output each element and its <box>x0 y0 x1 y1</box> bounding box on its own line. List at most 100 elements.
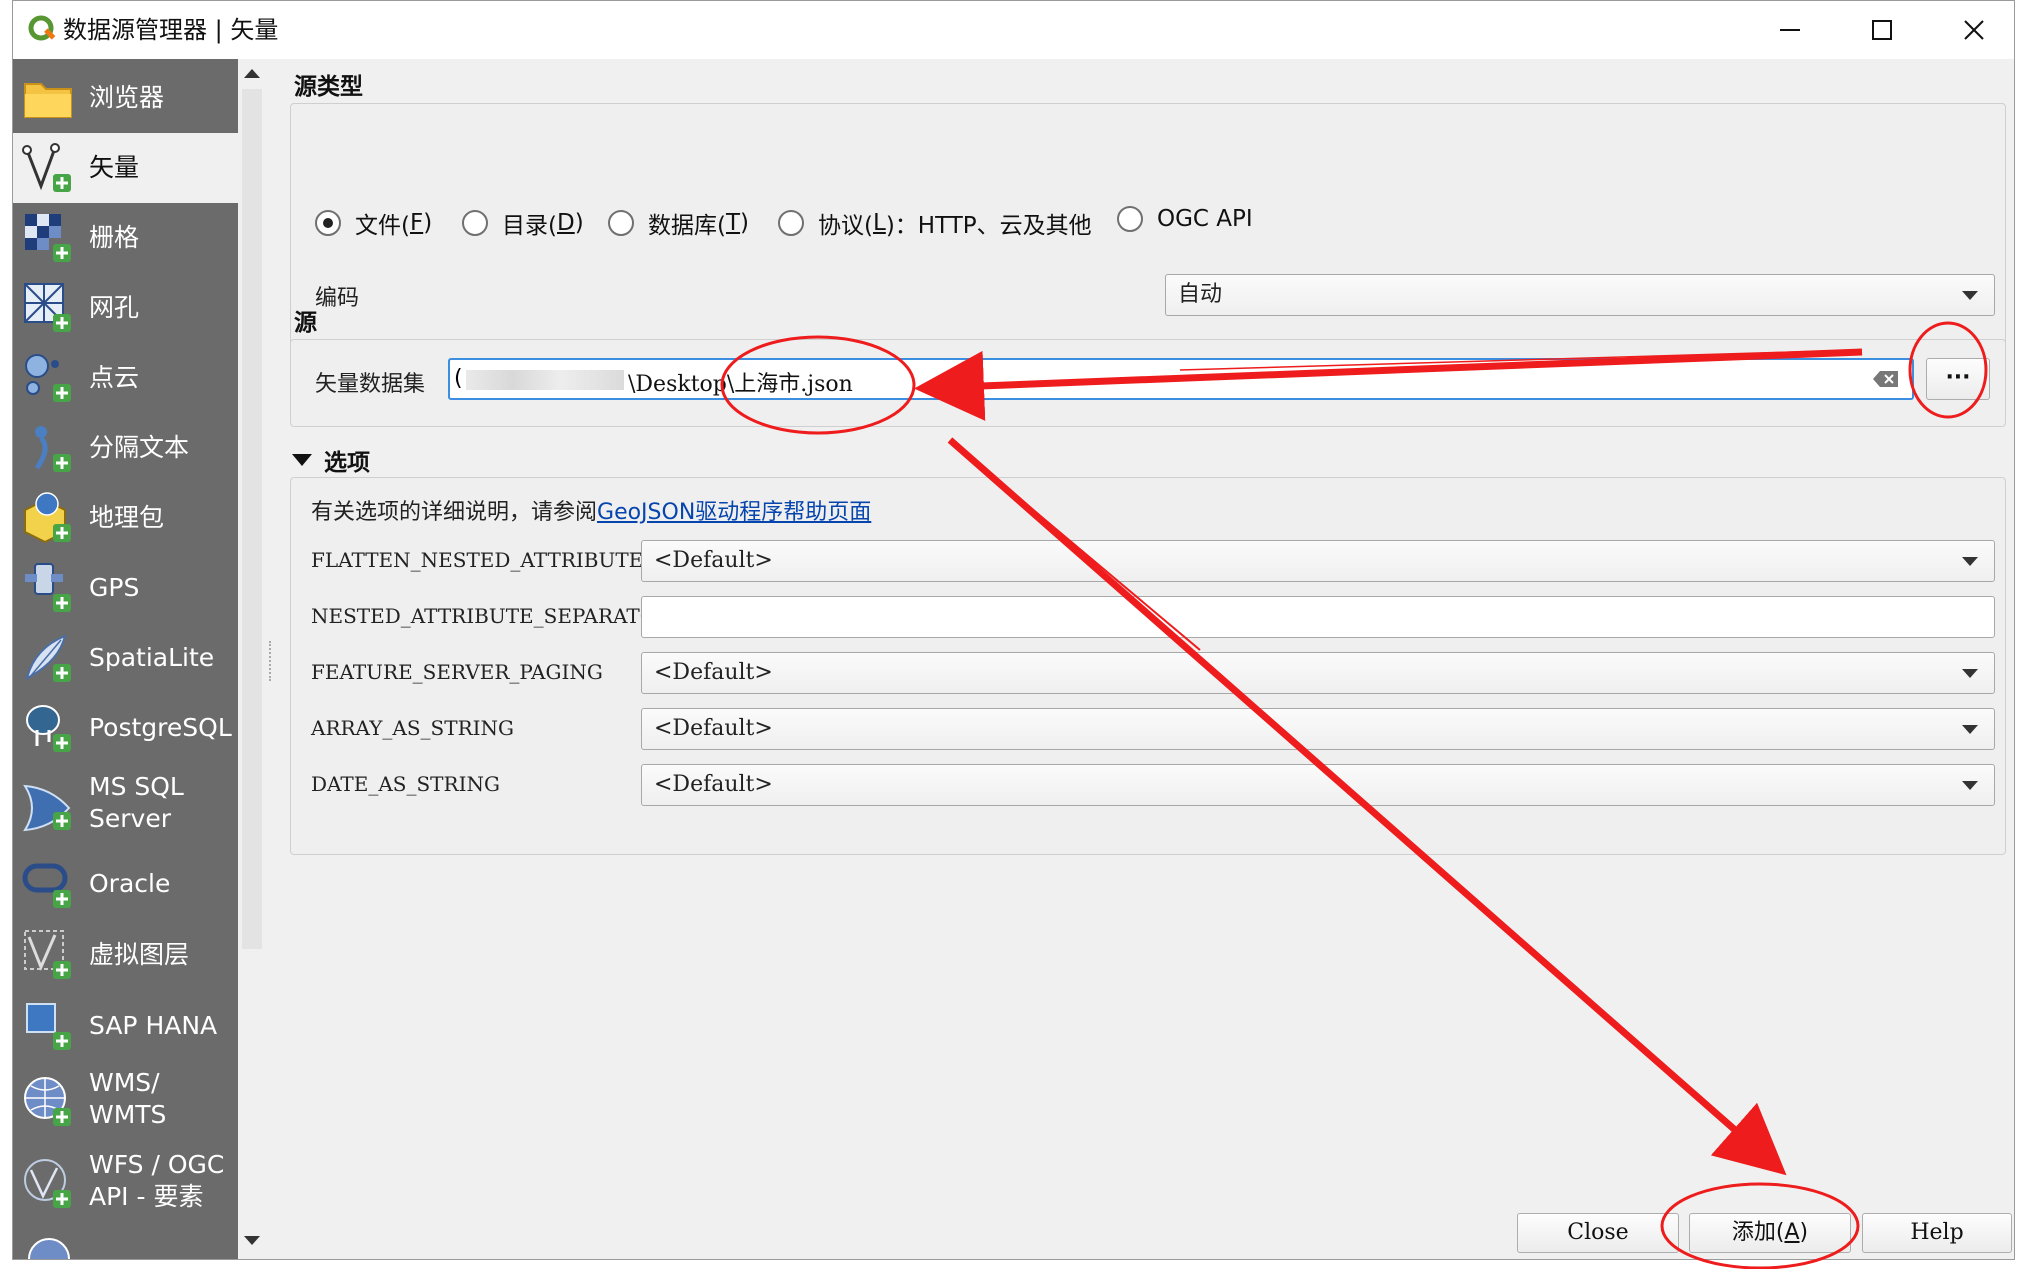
close-window-button[interactable] <box>1928 1 2020 59</box>
virtual-layer-icon <box>24 930 71 979</box>
flatten-nested-attributes-combo[interactable]: <Default> <box>641 540 1995 582</box>
vector-dataset-input[interactable]: ( \Desktop\上海市.json <box>448 358 1914 400</box>
wms-icon <box>24 1077 71 1126</box>
scroll-down-icon[interactable] <box>244 1235 260 1247</box>
sidebar-item-wfs[interactable]: WFS / OGC API - 要素 <box>13 1143 238 1225</box>
point-cloud-icon <box>25 354 71 402</box>
sidebar-item-virtual-layer[interactable]: 虚拟图层 <box>13 919 238 991</box>
mssql-icon <box>23 784 71 832</box>
option-label: FEATURE_SERVER_PAGING <box>311 660 603 684</box>
sidebar-item-label: SpatiaLite <box>89 643 215 672</box>
redacted-path-blur <box>466 370 624 390</box>
sidebar-item-label: 虚拟图层 <box>89 940 190 969</box>
feature-server-paging-combo[interactable]: <Default> <box>641 652 1995 694</box>
encoding-value: 自动 <box>1178 282 1223 307</box>
sidebar-item-raster[interactable]: 栅格 <box>13 203 238 273</box>
gps-icon <box>25 563 71 612</box>
sidebar-item-label: PostgreSQL <box>89 713 232 742</box>
collapse-arrow-icon[interactable] <box>292 452 314 468</box>
radio-file-suffix: ) <box>423 210 433 236</box>
sidebar-item-label: 网孔 <box>89 293 140 322</box>
sidebar-item-browser[interactable]: 浏览器 <box>13 63 238 133</box>
sidebar-item-vector[interactable]: 矢量 <box>13 133 238 203</box>
maximize-button[interactable] <box>1836 1 1928 59</box>
sidebar-item-label: 矢量 <box>89 153 140 182</box>
geojson-help-link[interactable]: GeoJSON驱动程序帮助页面 <box>597 500 871 525</box>
radio-ogc-api-dot[interactable] <box>1117 206 1143 232</box>
add-button[interactable]: 添加(A) <box>1689 1213 1851 1253</box>
close-button[interactable]: Close <box>1517 1213 1679 1253</box>
sidebar-scroll-thumb[interactable] <box>242 89 262 949</box>
postgresql-icon <box>26 705 71 752</box>
radio-file-dot[interactable] <box>315 210 341 236</box>
dataset-path-prefix: ( <box>454 366 463 391</box>
sap-hana-icon <box>26 1003 71 1050</box>
sidebar-item-label-line1: WFS / OGC <box>89 1150 225 1179</box>
vector-icon <box>22 143 71 192</box>
radio-protocol-label: 协议( <box>818 213 873 239</box>
data-source-manager-window: 数据源管理器 | 矢量 浏览器 矢量 栅格 网孔 点云 分隔文本 地理包 GPS… <box>12 0 2015 1260</box>
maximize-icon <box>1872 20 1892 40</box>
options-help-label: 有关选项的详细说明，请参阅 <box>311 500 598 525</box>
nested-attribute-separator-input[interactable] <box>641 596 1995 638</box>
sidebar-item-gps[interactable]: GPS <box>13 553 238 623</box>
option-label: DATE_AS_STRING <box>311 772 500 796</box>
sidebar-item-mssql[interactable]: MS SQL Server <box>13 763 238 849</box>
sidebar-item-mesh[interactable]: 网孔 <box>13 273 238 343</box>
qgis-logo-icon <box>28 15 56 41</box>
sidebar-item-label: 栅格 <box>89 223 140 252</box>
radio-protocol-suffix: )：HTTP、云及其他 <box>885 213 1092 239</box>
help-button[interactable]: Help <box>1862 1213 2012 1253</box>
scroll-up-icon[interactable] <box>244 67 260 79</box>
sidebar-item-delimited-text[interactable]: 分隔文本 <box>13 413 238 483</box>
sidebar-item-oracle[interactable]: Oracle <box>13 849 238 919</box>
radio-database-label: 数据库( <box>648 213 726 239</box>
sidebar-item-point-cloud[interactable]: 点云 <box>13 343 238 413</box>
radio-directory[interactable]: 目录(D) <box>462 206 584 240</box>
minimize-button[interactable] <box>1744 1 1836 59</box>
radio-file-label: 文件( <box>355 213 410 239</box>
window-title: 数据源管理器 | 矢量 <box>63 16 279 44</box>
encoding-combo[interactable]: 自动 <box>1165 274 1995 316</box>
options-help-text: 有关选项的详细说明，请参阅GeoJSON驱动程序帮助页面 <box>311 494 871 526</box>
radio-protocol-dot[interactable] <box>778 210 804 236</box>
sidebar-scrollbar[interactable] <box>238 59 266 1259</box>
radio-database-dot[interactable] <box>608 210 634 236</box>
option-label: ARRAY_AS_STRING <box>311 716 515 740</box>
title-bar: 数据源管理器 | 矢量 <box>13 1 2014 59</box>
sidebar-item-label: GPS <box>89 573 140 602</box>
sidebar-item-wms[interactable]: WMS/ WMTS <box>13 1061 238 1143</box>
globe-icon-partial <box>28 1238 70 1259</box>
sidebar-item-geopackage[interactable]: 地理包 <box>13 483 238 553</box>
add-button-suffix: ) <box>1799 1220 1809 1245</box>
chevron-down-icon <box>1962 557 1978 566</box>
radio-directory-dot[interactable] <box>462 210 488 236</box>
sidebar-item-label: 浏览器 <box>89 83 165 112</box>
sidebar-item-label: 地理包 <box>89 503 165 532</box>
sidebar-item-spatialite[interactable]: SpatiaLite <box>13 623 238 693</box>
add-button-label: 添加( <box>1731 1220 1785 1245</box>
vector-dataset-label: 矢量数据集 <box>315 372 426 397</box>
delimited-text-icon <box>34 426 71 472</box>
dataset-path-value: \Desktop\上海市.json <box>628 372 853 397</box>
options-group: 有关选项的详细说明，请参阅GeoJSON驱动程序帮助页面 FLATTEN_NES… <box>290 477 2006 855</box>
sidebar-item-sap-hana[interactable]: SAP HANA <box>13 991 238 1061</box>
combo-value: <Default> <box>654 548 773 573</box>
add-button-key: A <box>1784 1220 1800 1245</box>
radio-ogc-api[interactable]: OGC API <box>1117 206 1253 232</box>
sidebar-item-label: SAP HANA <box>89 1011 218 1040</box>
minimize-icon <box>1780 29 1800 31</box>
radio-database[interactable]: 数据库(T) <box>608 206 749 240</box>
sidebar-item-postgresql[interactable]: PostgreSQL <box>13 693 238 763</box>
radio-file[interactable]: 文件(F) <box>315 206 432 240</box>
radio-protocol[interactable]: 协议(L)：HTTP、云及其他 <box>778 206 1092 240</box>
geopackage-icon <box>24 492 71 544</box>
combo-value: <Default> <box>654 716 773 741</box>
array-as-string-combo[interactable]: <Default> <box>641 708 1995 750</box>
source-title: 源 <box>294 310 317 336</box>
radio-database-key: T <box>725 210 741 236</box>
date-as-string-combo[interactable]: <Default> <box>641 764 1995 806</box>
browse-button[interactable]: ··· <box>1926 358 1990 400</box>
radio-directory-key: D <box>556 210 575 236</box>
clear-text-icon[interactable] <box>1872 369 1900 389</box>
